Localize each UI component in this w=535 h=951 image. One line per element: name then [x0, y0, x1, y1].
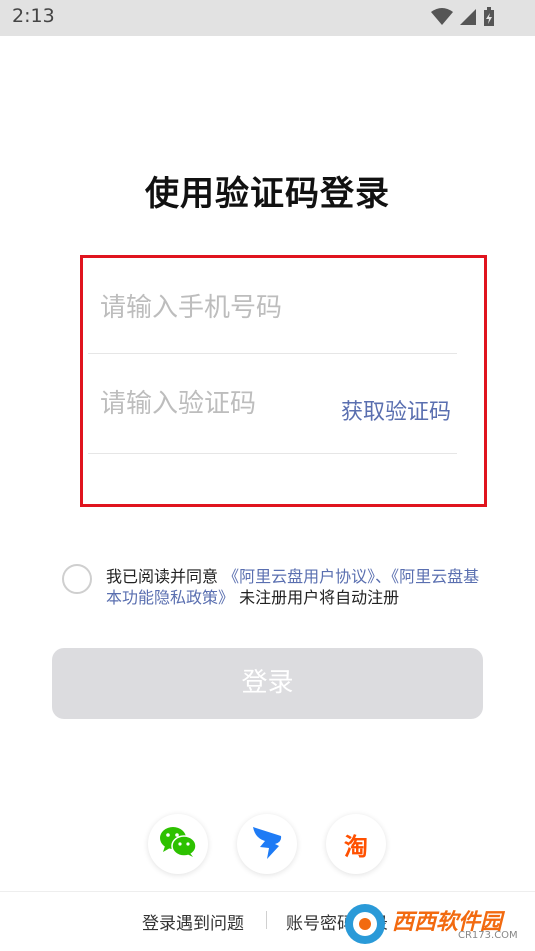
dingtalk-icon [251, 824, 283, 864]
watermark-logo-icon [345, 904, 385, 944]
dingtalk-login-button[interactable] [237, 814, 297, 874]
bottom-divider [0, 891, 535, 892]
login-button[interactable]: 登录 [52, 648, 483, 719]
agreement-prefix: 我已阅读并同意 [106, 567, 219, 586]
watermark: 西西软件园 CR173.COM [340, 896, 535, 951]
agreement-checkbox[interactable] [62, 564, 92, 594]
wechat-icon [159, 826, 197, 862]
phone-input[interactable] [100, 288, 330, 328]
user-agreement-link[interactable]: 《阿里云盘用户协议》 [223, 567, 375, 586]
login-problem-link[interactable]: 登录遇到问题 [142, 909, 244, 934]
code-field: 获取验证码 [88, 354, 457, 454]
battery-charging-icon [483, 7, 495, 31]
status-bar: 2:13 [0, 0, 535, 36]
signal-icon [459, 8, 477, 30]
taobao-login-button[interactable]: 淘 [326, 814, 386, 874]
status-icons [431, 7, 495, 31]
agreement-text: 我已阅读并同意 《阿里云盘用户协议》、《阿里云盘基本功能隐私政策》 未注册用户将… [106, 566, 481, 608]
watermark-sub: CR173.COM [458, 930, 518, 941]
taobao-icon: 淘 [344, 832, 368, 861]
agreement-separator: 、 [375, 567, 392, 586]
get-code-button[interactable]: 获取验证码 [341, 394, 451, 426]
wifi-icon [431, 8, 453, 30]
login-form-highlight: 获取验证码 [80, 255, 487, 507]
status-time: 2:13 [12, 5, 55, 27]
agreement-suffix: 未注册用户将自动注册 [234, 588, 400, 607]
page-title: 使用验证码登录 [145, 174, 390, 214]
bottom-separator [266, 911, 267, 929]
phone-field [88, 258, 457, 354]
code-input[interactable] [100, 384, 330, 424]
wechat-login-button[interactable] [148, 814, 208, 874]
